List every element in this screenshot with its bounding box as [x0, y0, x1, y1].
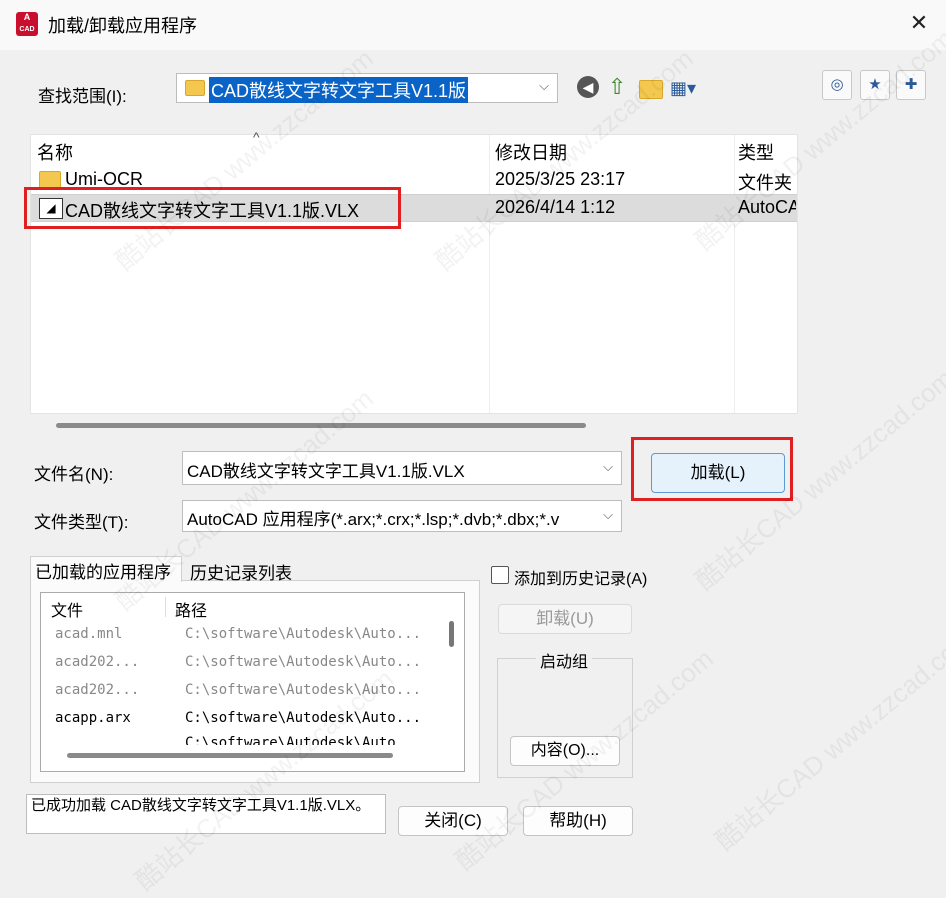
loaded-app-path: C:\software\Autodesk\Auto... — [185, 626, 422, 642]
vertical-scrollbar[interactable] — [449, 621, 454, 647]
file-date: 2025/3/25 23:17 — [495, 169, 626, 189]
file-list[interactable]: ^ 名称 修改日期 类型 Umi-OCR 2025/3/25 23:17 文件夹… — [30, 129, 798, 414]
filename-input[interactable]: CAD散线文字转文字工具V1.1版.VLX ⌵ — [182, 451, 622, 485]
column-header-type[interactable]: 类型 — [738, 139, 774, 165]
new-folder-icon[interactable] — [639, 80, 663, 99]
history-checkbox-label: 添加到历史记录(A) — [514, 571, 648, 588]
filename-label: 文件名(N): — [34, 465, 114, 484]
column-header-path: 路径 — [175, 603, 208, 620]
up-folder-icon[interactable]: ⇧ — [608, 74, 626, 100]
filetype-label: 文件类型(T): — [34, 513, 129, 532]
loaded-app-file: acapp.arx — [55, 710, 131, 726]
tab-history[interactable]: 历史记录列表 — [186, 558, 296, 585]
watermark-text: 酷站长CAD www.zzcad.com — [709, 623, 946, 857]
lookin-value: CAD散线文字转文字工具V1.1版 — [209, 77, 469, 103]
highlight-load-button — [631, 437, 793, 501]
horizontal-scrollbar[interactable] — [56, 423, 586, 428]
file-type: 文件夹 — [738, 173, 792, 193]
column-header-date[interactable]: 修改日期 — [495, 139, 567, 165]
lookin-label: 查找范围(I): — [38, 87, 127, 106]
unload-button[interactable]: 卸载(U) — [498, 604, 632, 634]
loaded-app-path: C:\software\Autodesk\Auto... — [185, 710, 422, 726]
highlight-selected-file — [24, 187, 401, 229]
column-divider — [165, 597, 166, 617]
startup-group-label: 启动组 — [536, 648, 593, 672]
chevron-down-icon: ⌵ — [539, 78, 549, 93]
column-header-file: 文件 — [51, 603, 84, 620]
file-type: AutoCAD — [738, 197, 796, 217]
favorites-icon[interactable]: ★ — [860, 70, 890, 100]
close-button[interactable]: 关闭(C) — [398, 806, 508, 836]
back-icon[interactable]: ◀ — [577, 76, 599, 98]
add-favorite-icon[interactable]: ✚ — [896, 70, 926, 100]
views-menu-icon[interactable]: ▦▾ — [670, 78, 696, 99]
web-search-icon[interactable]: ◎ — [822, 70, 852, 100]
column-header-name[interactable]: 名称 — [37, 139, 73, 165]
contents-button[interactable]: 内容(O)... — [510, 736, 620, 766]
history-checkbox[interactable] — [491, 566, 509, 584]
app-icon-text: CAD — [19, 26, 35, 33]
chevron-down-icon: ⌵ — [603, 507, 613, 523]
file-date: 2026/4/14 1:12 — [495, 197, 616, 217]
help-button[interactable]: 帮助(H) — [523, 806, 633, 836]
horizontal-scrollbar[interactable] — [67, 753, 393, 758]
status-text: 已成功加载 CAD散线文字转文字工具V1.1版.VLX。 — [26, 794, 386, 834]
autocad-app-icon: A CAD — [16, 12, 38, 36]
chevron-down-icon: ⌵ — [603, 459, 613, 474]
loaded-app-file: acad202... — [55, 654, 140, 670]
lookin-combo[interactable]: CAD散线文字转文字工具V1.1版 ⌵ — [176, 73, 558, 103]
loaded-app-file: acad202... — [55, 682, 140, 698]
loaded-app-path: C:\software\Autodesk\Auto... — [185, 654, 422, 670]
loaded-apps-list[interactable]: 文件 路径 acad.mnl C:\software\Autodesk\Auto… — [40, 592, 465, 772]
window-title: 加载/卸载应用程序 — [48, 16, 198, 36]
filetype-value: AutoCAD 应用程序(*.arx;*.crx;*.lsp;*.dvb;*.d… — [187, 510, 560, 529]
loaded-app-path-partial: C:\software\Autodesk\Auto — [185, 735, 396, 745]
filename-value: CAD散线文字转文字工具V1.1版.VLX — [187, 462, 465, 481]
close-icon[interactable]: ✕ — [906, 10, 932, 36]
sort-up-icon: ^ — [253, 129, 260, 145]
loaded-app-path: C:\software\Autodesk\Auto... — [185, 682, 422, 698]
loaded-app-file: acad.mnl — [55, 626, 123, 642]
folder-icon — [185, 80, 205, 96]
tab-loaded-apps[interactable]: 已加载的应用程序 — [30, 556, 182, 582]
filetype-select[interactable]: AutoCAD 应用程序(*.arx;*.crx;*.lsp;*.dvb;*.d… — [182, 500, 622, 532]
